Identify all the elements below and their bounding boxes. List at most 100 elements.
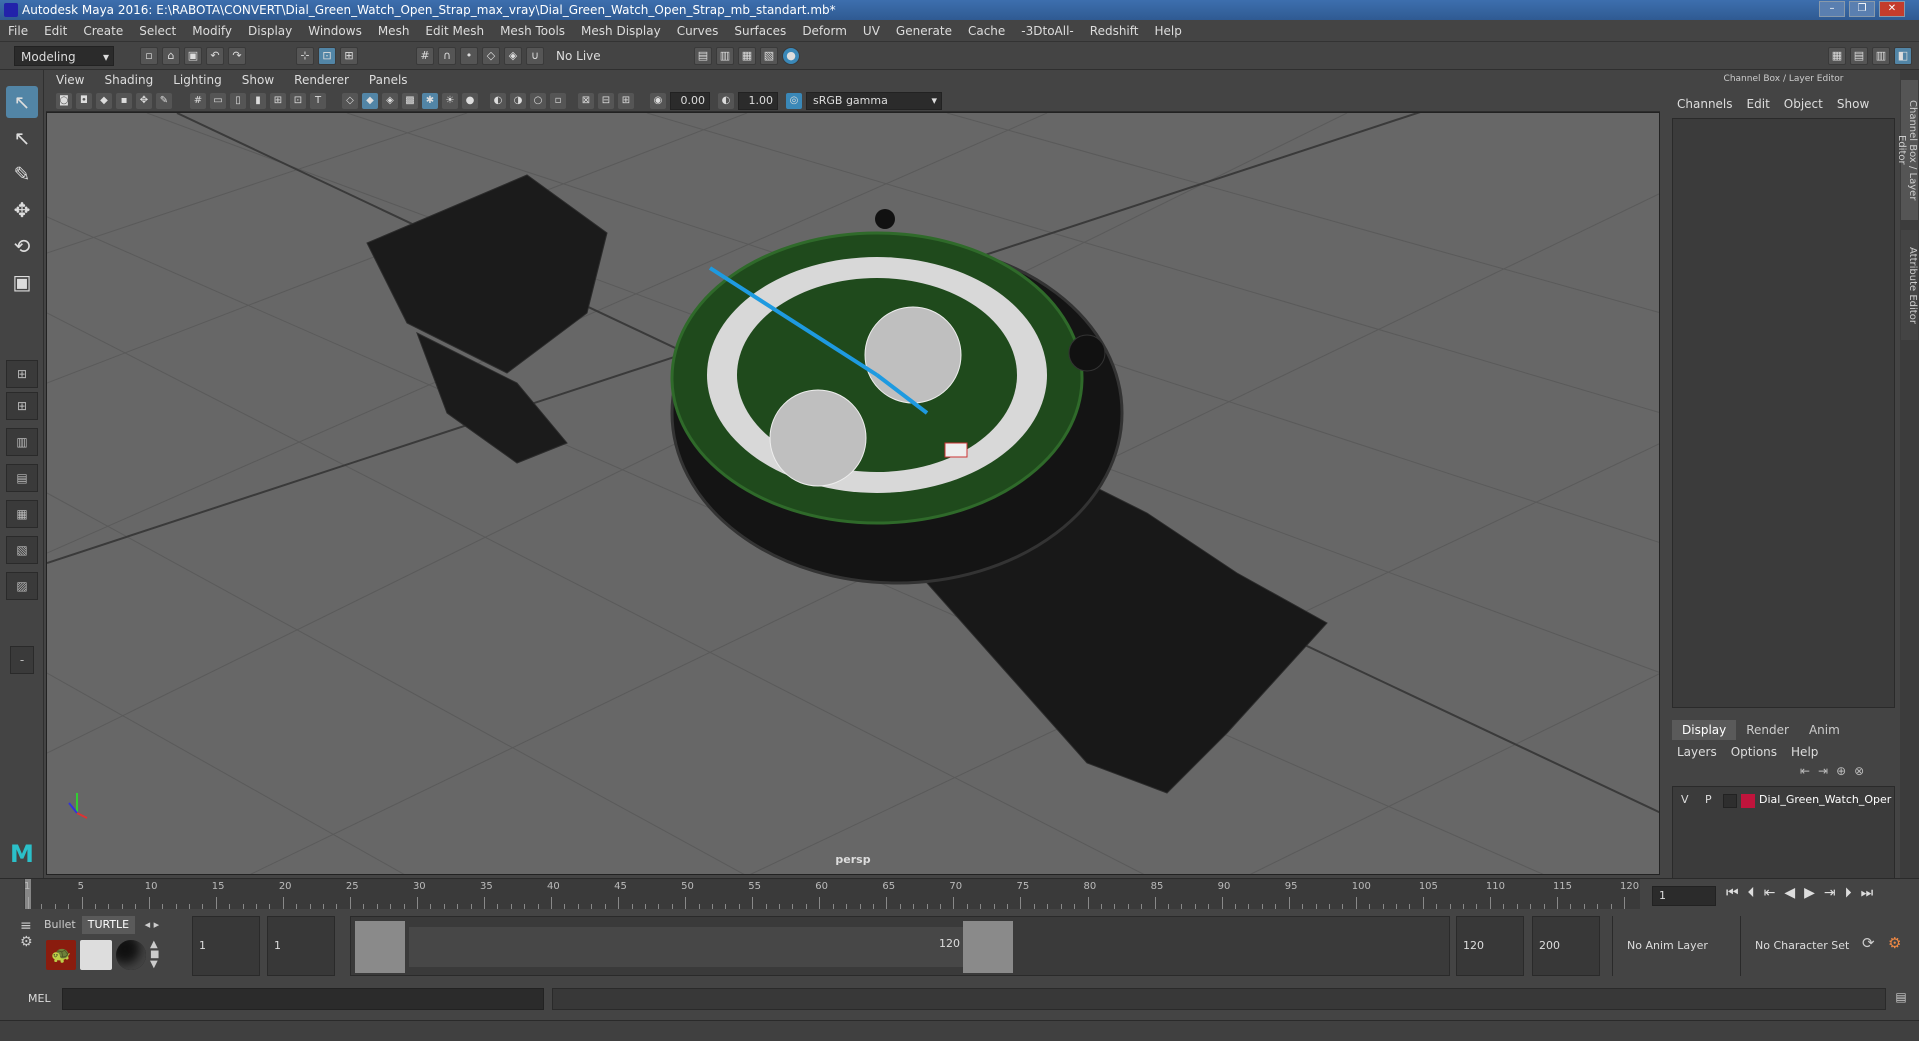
snap-surface-icon[interactable]: ◈ [504,47,522,65]
shelf-scroll-arrows[interactable]: ▲ ■ ▼ [150,940,159,970]
layer-name[interactable]: Dial_Green_Watch_Oper [1759,793,1891,806]
shadows-icon[interactable]: ☀ [442,93,458,109]
turtle-surface-icon[interactable] [116,940,146,970]
shelf-menu-icon[interactable]: ≡ ⚙ [20,918,38,972]
image-plane-icon[interactable]: ▪ [116,93,132,109]
shelf-tab-turtle[interactable]: TURTLE [81,916,136,934]
layout-toggle-icon[interactable]: ▥ [1872,47,1890,65]
lasso-tool-icon[interactable]: ↖ [6,122,38,154]
menu-display[interactable]: Display [240,20,300,42]
prev-key-icon[interactable]: ⇤ [1764,885,1785,901]
textured-icon[interactable]: ▩ [402,93,418,109]
channel-box-toggle-icon[interactable]: ◧ [1894,47,1912,65]
shelf-scroll-icon[interactable]: ◂ ▸ [139,918,160,931]
playback-end-field[interactable]: 120 [1456,916,1524,976]
exposure-icon[interactable]: ◉ [650,93,666,109]
layer-color-swatch[interactable] [1741,794,1755,808]
menu-edit-mesh[interactable]: Edit Mesh [417,20,492,42]
outliner-toggle-icon[interactable]: ▤ [1850,47,1868,65]
render-frame-icon[interactable]: ▥ [716,47,734,65]
ambient-occlusion-icon[interactable]: ● [462,93,478,109]
close-button[interactable]: ✕ [1879,1,1905,17]
more-layouts-icon[interactable]: - [10,646,34,674]
use-all-lights-icon[interactable]: ✱ [422,93,438,109]
object-menu[interactable]: Object [1777,94,1830,114]
help-menu[interactable]: Help [1784,742,1825,762]
maximize-button[interactable]: ❐ [1849,1,1875,17]
exposure-field[interactable]: 0.00 [670,92,710,110]
channel-list[interactable] [1672,118,1895,708]
wireframe-icon[interactable]: ◇ [342,93,358,109]
menu-modify[interactable]: Modify [184,20,240,42]
tab-channel-box[interactable]: Channel Box / Layer Editor [1896,80,1918,220]
snap-point-icon[interactable]: • [460,47,478,65]
redo-icon[interactable]: ↷ [228,47,246,65]
motion-blur-icon[interactable]: ◐ [490,93,506,109]
step-forward-icon[interactable]: ⏵ [1845,885,1861,901]
script-editor-icon[interactable]: ▤ [1892,990,1910,1008]
tab-attribute-editor[interactable]: Attribute Editor [1901,230,1918,340]
edit-menu[interactable]: Edit [1740,94,1777,114]
color-management-icon[interactable]: ◎ [786,93,802,109]
viewport-menu-renderer[interactable]: Renderer [284,70,359,90]
range-end-handle[interactable] [963,921,1013,973]
depth-of-field-icon[interactable]: ○ [530,93,546,109]
grid-toggle-icon[interactable]: # [190,93,206,109]
live-surface-field[interactable]: No Live Surface [550,46,650,83]
paint-select-icon[interactable]: ✎ [6,158,38,190]
menu-mesh-display[interactable]: Mesh Display [573,20,669,42]
play-forward-icon[interactable]: ▶ [1804,885,1824,901]
menu-deform[interactable]: Deform [794,20,855,42]
playback-start-field[interactable]: 1 [267,916,335,976]
layer-ref-toggle[interactable] [1723,794,1737,808]
menu-curves[interactable]: Curves [669,20,727,42]
channels-menu[interactable]: Channels [1670,94,1740,114]
hypershade-icon[interactable]: ● [782,47,800,65]
gate-mask-icon[interactable]: ▮ [250,93,266,109]
render-settings-icon[interactable]: ▤ [694,47,712,65]
film-gate-icon[interactable]: ▭ [210,93,226,109]
layer-action-icons[interactable]: ⇤⇥⊕⊗ [1800,764,1872,778]
shelf-tab-bullet[interactable]: Bullet [38,916,82,934]
menu-mesh-tools[interactable]: Mesh Tools [492,20,573,42]
menu-windows[interactable]: Windows [300,20,370,42]
xray-icon[interactable]: ⊠ [578,93,594,109]
smooth-shade-icon[interactable]: ◆ [362,93,378,109]
current-frame-field[interactable]: 1 [1652,886,1716,906]
snap-grid-icon[interactable]: # [416,47,434,65]
move-tool-icon[interactable]: ✥ [6,194,38,226]
anti-aliasing-icon[interactable]: ◑ [510,93,526,109]
scale-tool-icon[interactable]: ▣ [6,266,38,298]
two-d-pan-icon[interactable]: ✥ [136,93,152,109]
viewport-menu-lighting[interactable]: Lighting [163,70,232,90]
layer-row[interactable]: V P Dial_Green_Watch_Oper [1673,793,1894,811]
layer-playback-toggle[interactable]: P [1705,793,1712,806]
workspace-icon[interactable]: ▦ [1828,47,1846,65]
isolate-select-icon[interactable]: ▫ [550,93,566,109]
magnet-icon[interactable]: ∪ [526,47,544,65]
open-scene-icon[interactable]: ⌂ [162,47,180,65]
layer-visibility-toggle[interactable]: V [1681,793,1689,806]
time-slider[interactable]: 1510152025303540455055606570758085909510… [0,878,1919,912]
anim-prefs-icon[interactable]: ⚙ [1888,934,1901,952]
undo-icon[interactable]: ↶ [206,47,224,65]
layers-menu[interactable]: Layers [1670,742,1724,762]
select-tool-icon[interactable]: ↖ [6,86,38,118]
persp-outliner-layout-icon[interactable]: ▤ [6,464,38,492]
resolution-gate-icon[interactable]: ▯ [230,93,246,109]
viewport-menu-panels[interactable]: Panels [359,70,418,90]
select-hierarchy-icon[interactable]: ⊹ [296,47,314,65]
view-transform-dropdown[interactable]: sRGB gamma ▾ [806,92,942,110]
menu-uv[interactable]: UV [855,20,888,42]
animation-start-field[interactable]: 1 [192,916,260,976]
uv-layout-icon[interactable]: ▨ [6,572,38,600]
ipr-render-icon[interactable]: ▦ [738,47,756,65]
timeline-ruler[interactable]: 1510152025303540455055606570758085909510… [24,879,1640,909]
new-scene-icon[interactable]: ▫ [140,47,158,65]
range-slider[interactable]: 1 120 [350,916,1450,976]
play-back-icon[interactable]: ◀ [1784,885,1804,901]
persp-graph-layout-icon[interactable]: ▦ [6,500,38,528]
menu-generate[interactable]: Generate [888,20,960,42]
menu-cache[interactable]: Cache [960,20,1013,42]
snap-curve-icon[interactable]: ∩ [438,47,456,65]
